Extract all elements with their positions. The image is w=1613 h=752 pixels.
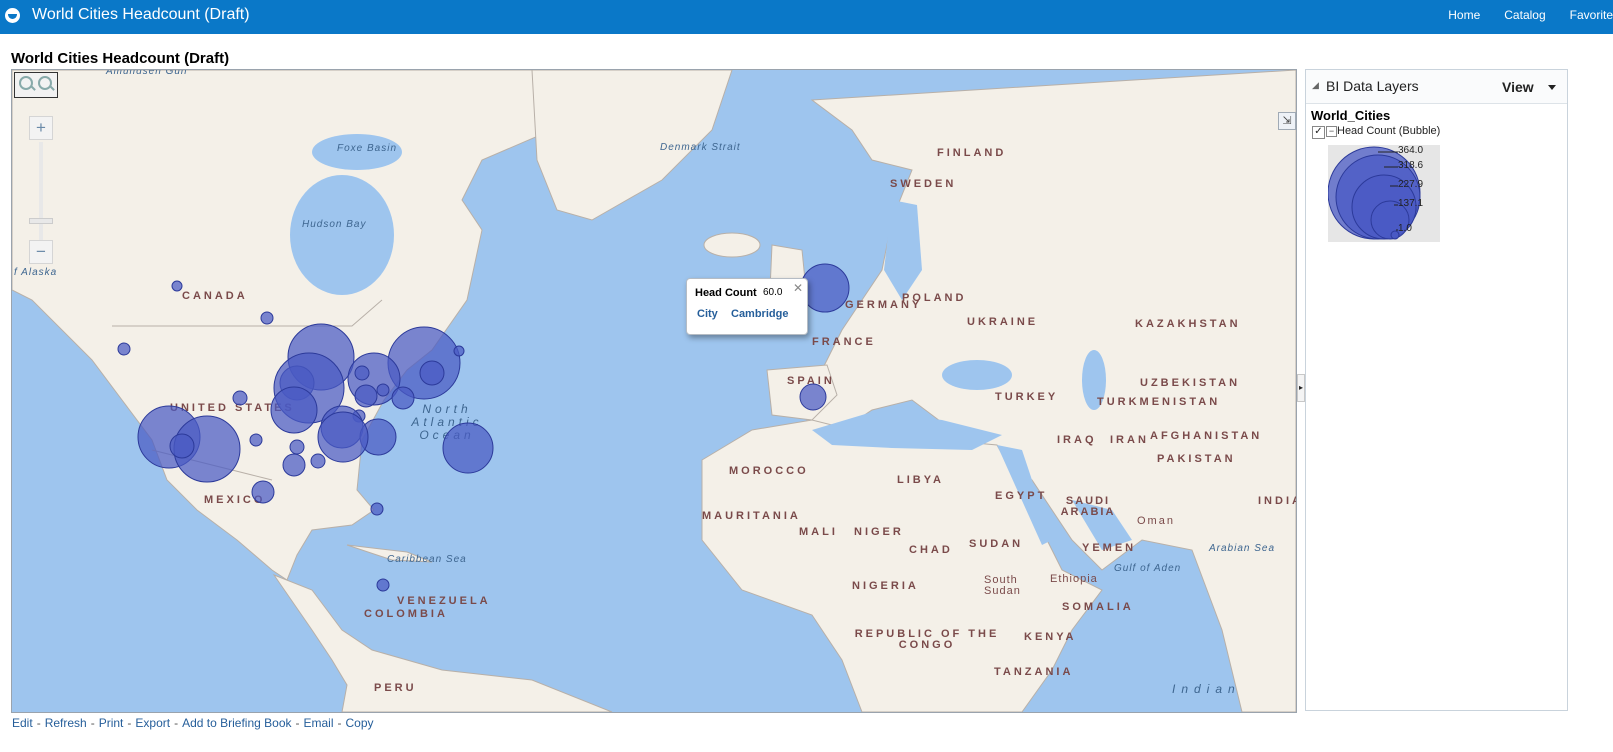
layers-panel-header: ◢ BI Data Layers View <box>1306 70 1567 104</box>
city-bubble[interactable] <box>370 502 384 516</box>
city-bubble[interactable] <box>289 439 305 455</box>
nav-home[interactable]: Home <box>1448 8 1480 22</box>
legend-value: 318.6 <box>1398 160 1424 171</box>
zoom-out-tool-icon[interactable] <box>38 76 52 90</box>
overview-map-toggle-icon[interactable]: ⇲ <box>1278 112 1296 130</box>
city-bubble[interactable] <box>232 390 248 406</box>
zoom-track[interactable] <box>39 142 43 246</box>
tooltip-city-label[interactable]: City <box>697 308 718 320</box>
city-bubble[interactable] <box>442 422 494 474</box>
legend-value: 137.1 <box>1398 198 1424 209</box>
refresh-link[interactable]: Refresh <box>45 716 87 730</box>
tooltip-city-value[interactable]: Cambridge <box>731 308 788 320</box>
city-bubble[interactable] <box>419 360 445 386</box>
tooltip-close-icon[interactable]: ✕ <box>793 281 803 295</box>
city-bubble[interactable] <box>376 578 390 592</box>
zoom-slider: + − <box>29 116 53 296</box>
legend-value: 364.0 <box>1398 145 1424 156</box>
city-bubble[interactable] <box>251 480 275 504</box>
city-bubble[interactable] <box>354 384 378 408</box>
report-links: Edit - Refresh - Print - Export - Add to Briefin… <box>12 716 374 730</box>
city-bubble[interactable] <box>169 433 195 459</box>
panel-collapse-handle[interactable]: ▸ <box>1297 374 1305 402</box>
city-bubble[interactable] <box>317 411 369 463</box>
app-title: World Cities Headcount (Draft) <box>32 6 250 23</box>
bubble-size-legend: 364.0 318.6 227.9 137.1 1.0 <box>1328 145 1440 242</box>
nav-favorites[interactable]: Favorite <box>1570 8 1613 22</box>
city-bubble[interactable] <box>270 386 318 434</box>
layers-panel-title: BI Data Layers <box>1326 78 1419 94</box>
tooltip-measure-value: 60.0 <box>763 287 783 298</box>
layer-item-label: Head Count (Bubble) <box>1337 125 1441 137</box>
layer-collapse-icon[interactable]: − <box>1326 126 1337 137</box>
city-bubble[interactable] <box>310 453 326 469</box>
add-to-briefing-book-link[interactable]: Add to Briefing Book <box>182 716 291 730</box>
view-menu-button[interactable]: View <box>1502 79 1534 95</box>
page-title: World Cities Headcount (Draft) <box>11 50 230 67</box>
zoom-in-tool-icon[interactable] <box>19 76 33 90</box>
city-bubble[interactable] <box>376 383 390 397</box>
app-header: World Cities Headcount (Draft) Home Cata… <box>0 0 1613 34</box>
header-nav: Home Catalog Favorite <box>1448 8 1613 22</box>
legend-value: 1.0 <box>1398 223 1412 234</box>
city-bubble[interactable] <box>260 311 274 325</box>
city-bubble-cambridge[interactable] <box>800 263 850 313</box>
nav-catalog[interactable]: Catalog <box>1504 8 1545 22</box>
export-link[interactable]: Export <box>135 716 170 730</box>
zoom-out-button[interactable]: − <box>29 240 53 264</box>
city-bubble[interactable] <box>171 280 183 292</box>
chevron-down-icon[interactable] <box>1548 85 1556 90</box>
legend-value: 227.9 <box>1398 179 1424 190</box>
city-bubble[interactable] <box>117 342 131 356</box>
email-link[interactable]: Email <box>304 716 334 730</box>
legend-bubbles <box>1328 146 1421 240</box>
bubble-layer <box>117 263 850 592</box>
print-link[interactable]: Print <box>99 716 124 730</box>
edit-link[interactable]: Edit <box>12 716 33 730</box>
zoom-thumb[interactable] <box>29 218 53 224</box>
city-bubble[interactable] <box>799 383 827 411</box>
oracle-logo-icon[interactable] <box>5 8 20 23</box>
zoom-mode-box <box>14 72 58 98</box>
zoom-in-button[interactable]: + <box>29 116 53 140</box>
collapse-triangle-icon[interactable]: ◢ <box>1312 80 1319 91</box>
bubble-tooltip: ✕ Head Count 60.0 City Cambridge <box>686 278 808 335</box>
layer-visibility-checkbox[interactable]: ✓ <box>1312 126 1325 139</box>
layer-name: World_Cities <box>1311 108 1391 123</box>
bi-data-layers-panel: ◢ BI Data Layers View World_Cities ✓ − H… <box>1305 69 1568 711</box>
city-bubble[interactable] <box>249 433 263 447</box>
city-bubble[interactable] <box>282 453 306 477</box>
city-bubble[interactable] <box>453 345 465 357</box>
city-bubble[interactable] <box>391 386 415 410</box>
city-bubble[interactable] <box>354 365 370 381</box>
map-view[interactable]: CANADA UNITED STATES MEXICO VENEZUELA CO… <box>11 69 1297 713</box>
copy-link[interactable]: Copy <box>346 716 374 730</box>
tooltip-measure-label: Head Count <box>695 287 757 299</box>
